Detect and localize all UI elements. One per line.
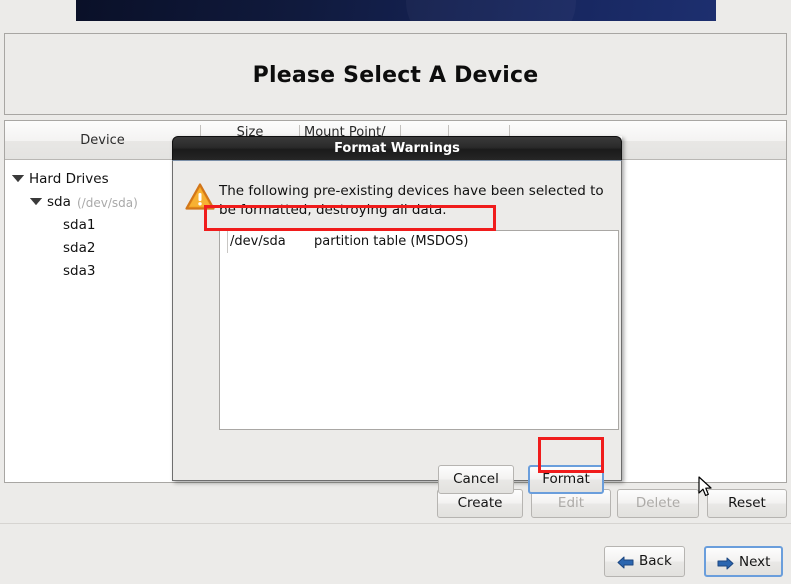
- format-device-list[interactable]: /dev/sda partition table (MSDOS): [219, 230, 619, 430]
- format-button[interactable]: Format: [528, 465, 604, 494]
- reset-button[interactable]: Reset: [707, 489, 787, 518]
- tree-item-label: Hard Drives: [29, 171, 109, 187]
- tree-item-label: sda1: [63, 217, 96, 233]
- title-panel: Please Select A Device: [4, 33, 787, 115]
- mouse-pointer-icon: [698, 476, 713, 502]
- dialog-title: Format Warnings: [334, 141, 460, 156]
- back-button-label: Back: [639, 553, 672, 569]
- next-button-label: Next: [739, 554, 771, 570]
- installer-screen: Please Select A Device Device Size (MB) …: [0, 0, 791, 584]
- dialog-body: The following pre-existing devices have …: [172, 160, 622, 494]
- page-title: Please Select A Device: [252, 63, 539, 88]
- arrow-left-icon: [617, 555, 634, 574]
- column-header-device[interactable]: Device: [5, 133, 200, 148]
- list-row-divider: [227, 231, 228, 253]
- arrow-right-icon: [717, 556, 734, 575]
- tree-item-label: sda2: [63, 240, 96, 256]
- back-button[interactable]: Back: [604, 546, 685, 577]
- tree-item-label: sda3: [63, 263, 96, 279]
- action-button-row: Create Edit Delete Reset: [4, 489, 787, 521]
- format-warnings-dialog: Format Warnings The following pre-existi…: [172, 136, 622, 494]
- header-banner: [76, 0, 716, 21]
- next-button[interactable]: Next: [704, 546, 783, 577]
- chevron-down-icon[interactable]: [30, 198, 42, 205]
- tree-item-label: sda: [47, 194, 71, 210]
- warning-triangle-icon: [185, 183, 215, 214]
- dialog-titlebar[interactable]: Format Warnings: [172, 136, 622, 160]
- list-item[interactable]: /dev/sda partition table (MSDOS): [220, 231, 618, 253]
- list-item-device: /dev/sda: [230, 234, 286, 249]
- cancel-button[interactable]: Cancel: [438, 465, 514, 494]
- tree-item-device-path: (/dev/sda): [77, 196, 138, 210]
- footer-divider: [0, 523, 791, 524]
- chevron-down-icon[interactable]: [12, 175, 24, 182]
- delete-button: Delete: [617, 489, 699, 518]
- list-item-description: partition table (MSDOS): [314, 234, 469, 249]
- dialog-message: The following pre-existing devices have …: [219, 183, 604, 218]
